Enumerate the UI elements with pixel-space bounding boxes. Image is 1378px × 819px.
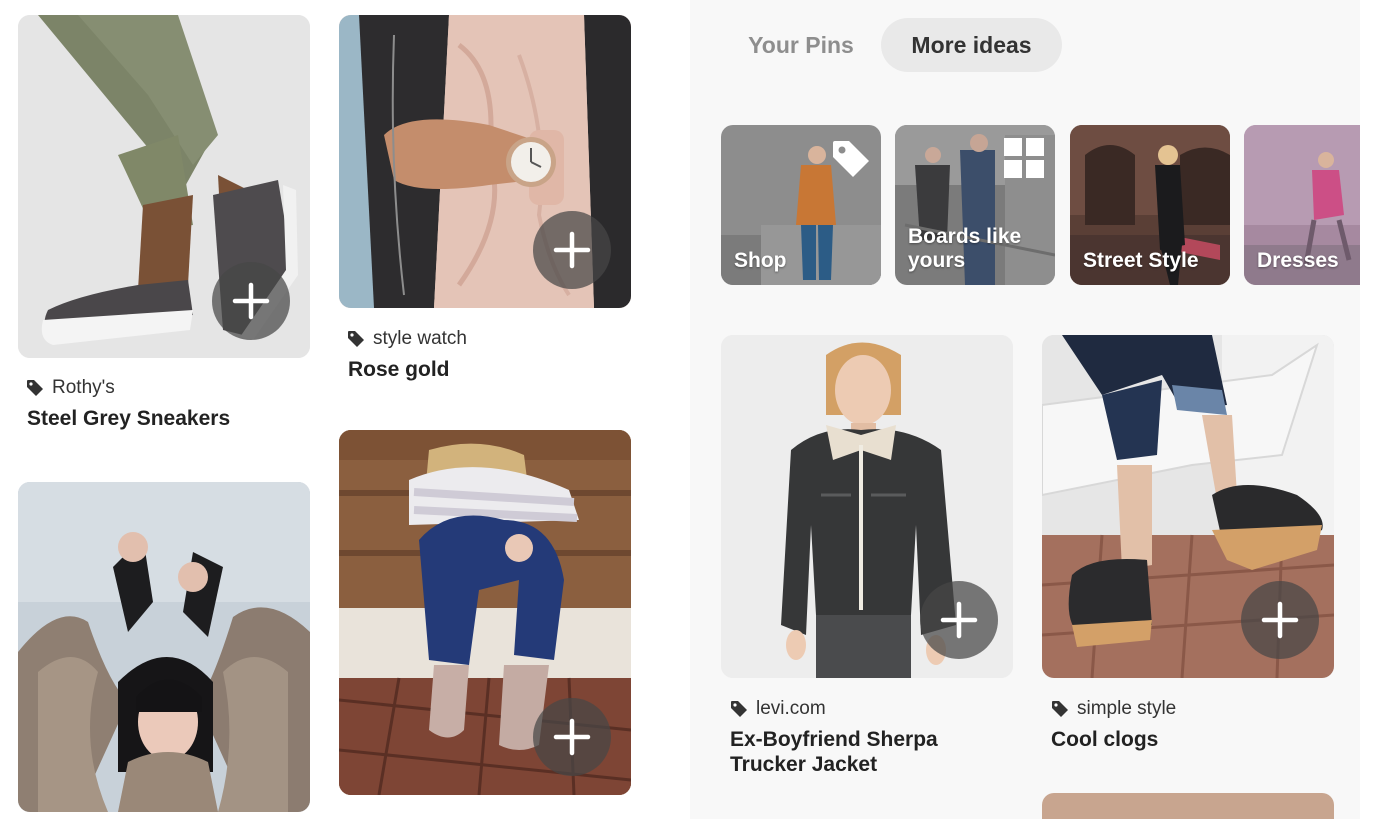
pin-card[interactable] xyxy=(339,430,631,819)
left-pin-feed: Rothy's Steel Grey Sneakers style watch … xyxy=(0,0,690,819)
category-street-style[interactable]: Street Style xyxy=(1070,125,1230,285)
save-pin-button[interactable] xyxy=(533,211,611,289)
plus-icon xyxy=(553,231,591,269)
pin-source-label: Rothy's xyxy=(52,377,115,398)
pin-image[interactable] xyxy=(1042,793,1334,819)
save-pin-button[interactable] xyxy=(1241,581,1319,659)
pin-card[interactable]: style watch Rose gold xyxy=(339,15,631,385)
pin-card[interactable]: simple style Cool clogs xyxy=(1042,335,1334,755)
pin-title[interactable]: Steel Grey Sneakers xyxy=(27,406,307,431)
pin-source[interactable]: Rothy's xyxy=(26,377,115,399)
tab-your-pins[interactable]: Your Pins xyxy=(730,18,872,72)
pin-source-label: levi.com xyxy=(756,698,826,719)
pin-source-label: style watch xyxy=(373,328,467,349)
save-pin-button[interactable] xyxy=(533,698,611,776)
pin-source[interactable]: levi.com xyxy=(730,698,826,720)
pin-card[interactable]: levi.com Ex-Boyfriend Sherpa Trucker Jac… xyxy=(721,335,1013,785)
grid-icon xyxy=(1004,138,1044,178)
plus-icon xyxy=(940,601,978,639)
category-label: Street Style xyxy=(1083,249,1199,272)
category-label: Dresses xyxy=(1257,249,1339,272)
category-shop[interactable]: Shop xyxy=(721,125,881,285)
tab-more-ideas[interactable]: More ideas xyxy=(881,18,1062,72)
pin-source[interactable]: simple style xyxy=(1051,698,1176,720)
plus-icon xyxy=(1261,601,1299,639)
pin-title[interactable]: Rose gold xyxy=(348,357,628,382)
save-pin-button[interactable] xyxy=(920,581,998,659)
category-boards-like-yours[interactable]: Boards like yours xyxy=(895,125,1055,285)
pin-image[interactable] xyxy=(721,335,1013,678)
fur-coat-photo xyxy=(18,482,310,812)
pin-image[interactable] xyxy=(339,430,631,795)
pin-card[interactable] xyxy=(18,482,310,819)
pin-image[interactable] xyxy=(339,15,631,308)
pin-source[interactable]: style watch xyxy=(347,328,467,350)
pin-image[interactable] xyxy=(18,482,310,812)
save-pin-button[interactable] xyxy=(212,262,290,340)
category-dresses[interactable]: Dresses xyxy=(1244,125,1360,285)
tag-icon xyxy=(1052,701,1068,717)
category-label: Shop xyxy=(734,249,787,272)
plus-icon xyxy=(553,718,591,756)
pin-image[interactable] xyxy=(18,15,310,358)
pin-card[interactable]: Rothy's Steel Grey Sneakers xyxy=(18,15,310,435)
category-label: Boards like yours xyxy=(908,225,1022,272)
price-tag-icon xyxy=(833,141,869,177)
related-ideas-panel: Your Pins More ideas Shop Boards like yo… xyxy=(690,0,1360,819)
tag-icon xyxy=(348,331,364,347)
pin-title[interactable]: Ex-Boyfriend Sherpa Trucker Jacket xyxy=(730,727,980,777)
pin-image[interactable] xyxy=(1042,335,1334,678)
plus-icon xyxy=(232,282,270,320)
tag-icon xyxy=(731,701,747,717)
pin-source-label: simple style xyxy=(1077,698,1177,719)
pin-title[interactable]: Cool clogs xyxy=(1051,727,1321,752)
tag-icon xyxy=(27,380,43,396)
